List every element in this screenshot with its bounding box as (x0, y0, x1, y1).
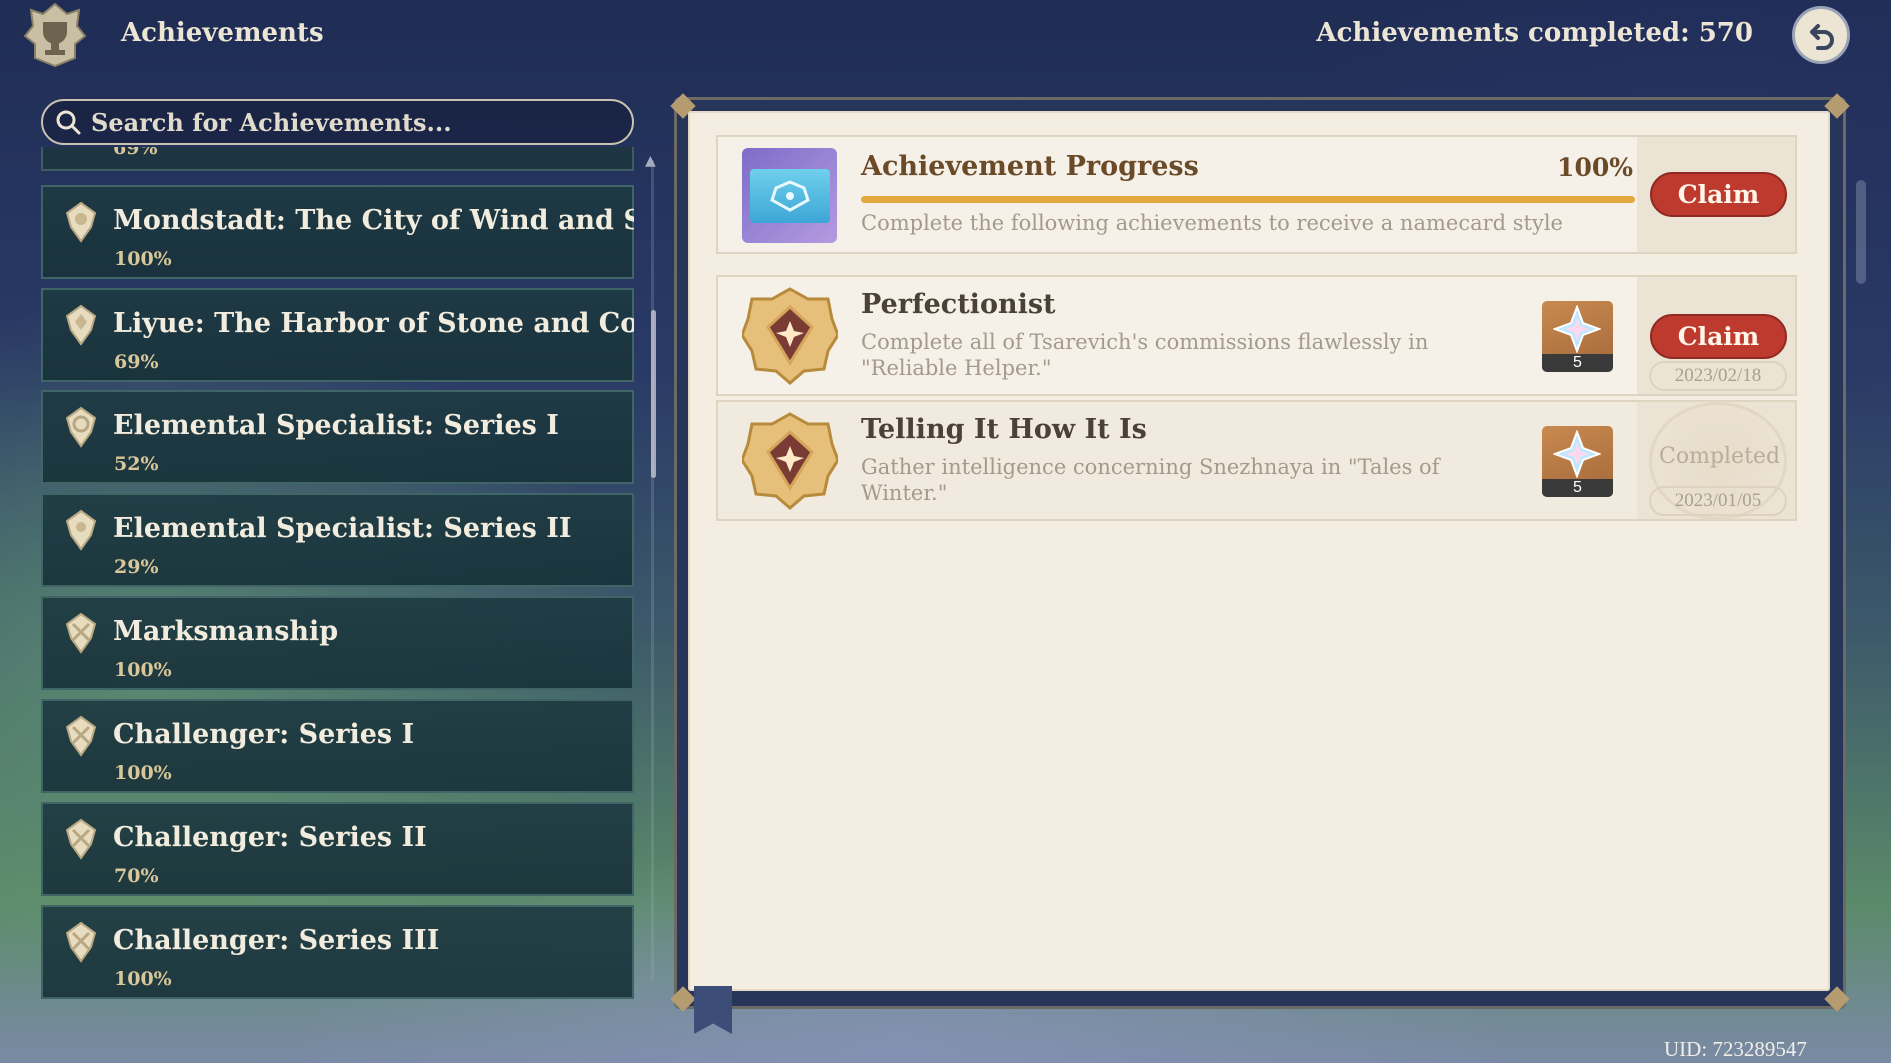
claim-namecard-button[interactable]: Claim (1650, 172, 1787, 217)
category-name: Challenger: Series I (113, 719, 415, 750)
achievement-medal-icon (742, 412, 838, 510)
category-item-elemental-specialist-2[interactable]: Elemental Specialist: Series II 29% (41, 493, 634, 587)
category-item-marksmanship[interactable]: Marksmanship 100% (41, 596, 634, 690)
achievement-row: Telling It How It Is Gather intelligence… (716, 400, 1797, 521)
category-percent: 100% (114, 762, 172, 784)
bookmark-ribbon-icon (694, 986, 732, 1034)
back-button[interactable] (1792, 6, 1850, 64)
page-title: Achievements (121, 18, 324, 48)
namecard-reward-icon (742, 148, 837, 243)
category-emblem-icon (65, 406, 97, 448)
category-emblem-icon (65, 201, 97, 243)
category-item-challenger-1[interactable]: Challenger: Series I 100% (41, 699, 634, 793)
category-percent: 70% (114, 865, 159, 887)
achievement-progress-percent: 100% (1557, 153, 1633, 182)
category-name: Elemental Specialist: Series II (113, 513, 572, 544)
category-item-mondstadt[interactable]: Mondstadt: The City of Wind and Song 100… (41, 185, 634, 279)
category-item-challenger-3[interactable]: Challenger: Series III 100% (41, 905, 634, 999)
category-percent: 100% (114, 968, 172, 990)
category-emblem-icon (65, 304, 97, 346)
category-percent: 100% (114, 248, 172, 270)
category-scrollbar[interactable] (651, 160, 654, 980)
achievement-progress-bar (861, 196, 1635, 203)
primogem-icon (1553, 430, 1601, 478)
reward-quantity: 5 (1542, 479, 1613, 497)
achievement-date: 2023/02/18 (1649, 361, 1787, 391)
category-name: Challenger: Series III (113, 925, 440, 956)
category-item-elemental-specialist-1[interactable]: Elemental Specialist: Series I 52% (41, 390, 634, 484)
category-name: Mondstadt: The City of Wind and Song (113, 205, 634, 236)
achievement-row: Perfectionist Complete all of Tsarevich'… (716, 275, 1797, 396)
category-scrollbar-thumb[interactable] (651, 310, 656, 478)
player-uid: UID: 723289547 (1664, 1037, 1807, 1061)
category-list[interactable]: 69% Mondstadt: The City of Wind and Song… (41, 147, 634, 1002)
category-name: Liyue: The Harbor of Stone and Contracts (113, 308, 634, 339)
back-arrow-icon (1810, 24, 1834, 50)
achievement-status: Completed (1659, 444, 1781, 469)
achievement-progress-row: Achievement Progress 100% Complete the f… (716, 135, 1797, 254)
achievement-date: 2023/01/05 (1649, 486, 1787, 516)
achievement-progress-title: Achievement Progress (861, 151, 1199, 182)
claim-achievement-button[interactable]: Claim (1650, 314, 1787, 359)
category-emblem-icon (65, 509, 97, 551)
category-name: Elemental Specialist: Series I (113, 410, 559, 441)
primogem-icon (1553, 305, 1601, 353)
category-emblem-icon (65, 715, 97, 757)
primogem-reward: 5 (1542, 426, 1613, 497)
achievements-completed-count: Achievements completed: 570 (1316, 18, 1753, 48)
category-name: Marksmanship (113, 616, 339, 647)
category-percent: 100% (114, 659, 172, 681)
category-item-liyue[interactable]: Liyue: The Harbor of Stone and Contracts… (41, 288, 634, 382)
achievements-trophy-icon (18, 0, 92, 70)
category-percent: 69% (113, 147, 158, 159)
reward-quantity: 5 (1542, 354, 1613, 372)
category-percent: 69% (114, 351, 159, 373)
category-emblem-icon (65, 921, 97, 963)
category-emblem-icon (65, 612, 97, 654)
category-emblem-icon (65, 818, 97, 860)
category-name: Challenger: Series II (113, 822, 427, 853)
achievement-progress-description: Complete the following achievements to r… (861, 211, 1563, 235)
panel-scroll-handle[interactable] (1856, 180, 1866, 284)
search-input[interactable] (89, 106, 613, 138)
achievement-title: Perfectionist (861, 289, 1056, 320)
achievement-description: Gather intelligence concerning Snezhnaya… (861, 455, 1440, 505)
category-percent: 29% (114, 556, 159, 578)
category-item-partial[interactable]: 69% (41, 147, 634, 171)
primogem-reward: 5 (1542, 301, 1613, 372)
search-box[interactable] (41, 99, 634, 145)
achievement-description: Complete all of Tsarevich's commissions … (861, 330, 1429, 380)
category-percent: 52% (114, 453, 159, 475)
search-icon (56, 110, 81, 135)
achievement-progress-fill (861, 196, 1635, 203)
achievement-title: Telling It How It Is (861, 414, 1147, 445)
category-item-challenger-2[interactable]: Challenger: Series II 70% (41, 802, 634, 896)
achievement-medal-icon (742, 287, 838, 385)
